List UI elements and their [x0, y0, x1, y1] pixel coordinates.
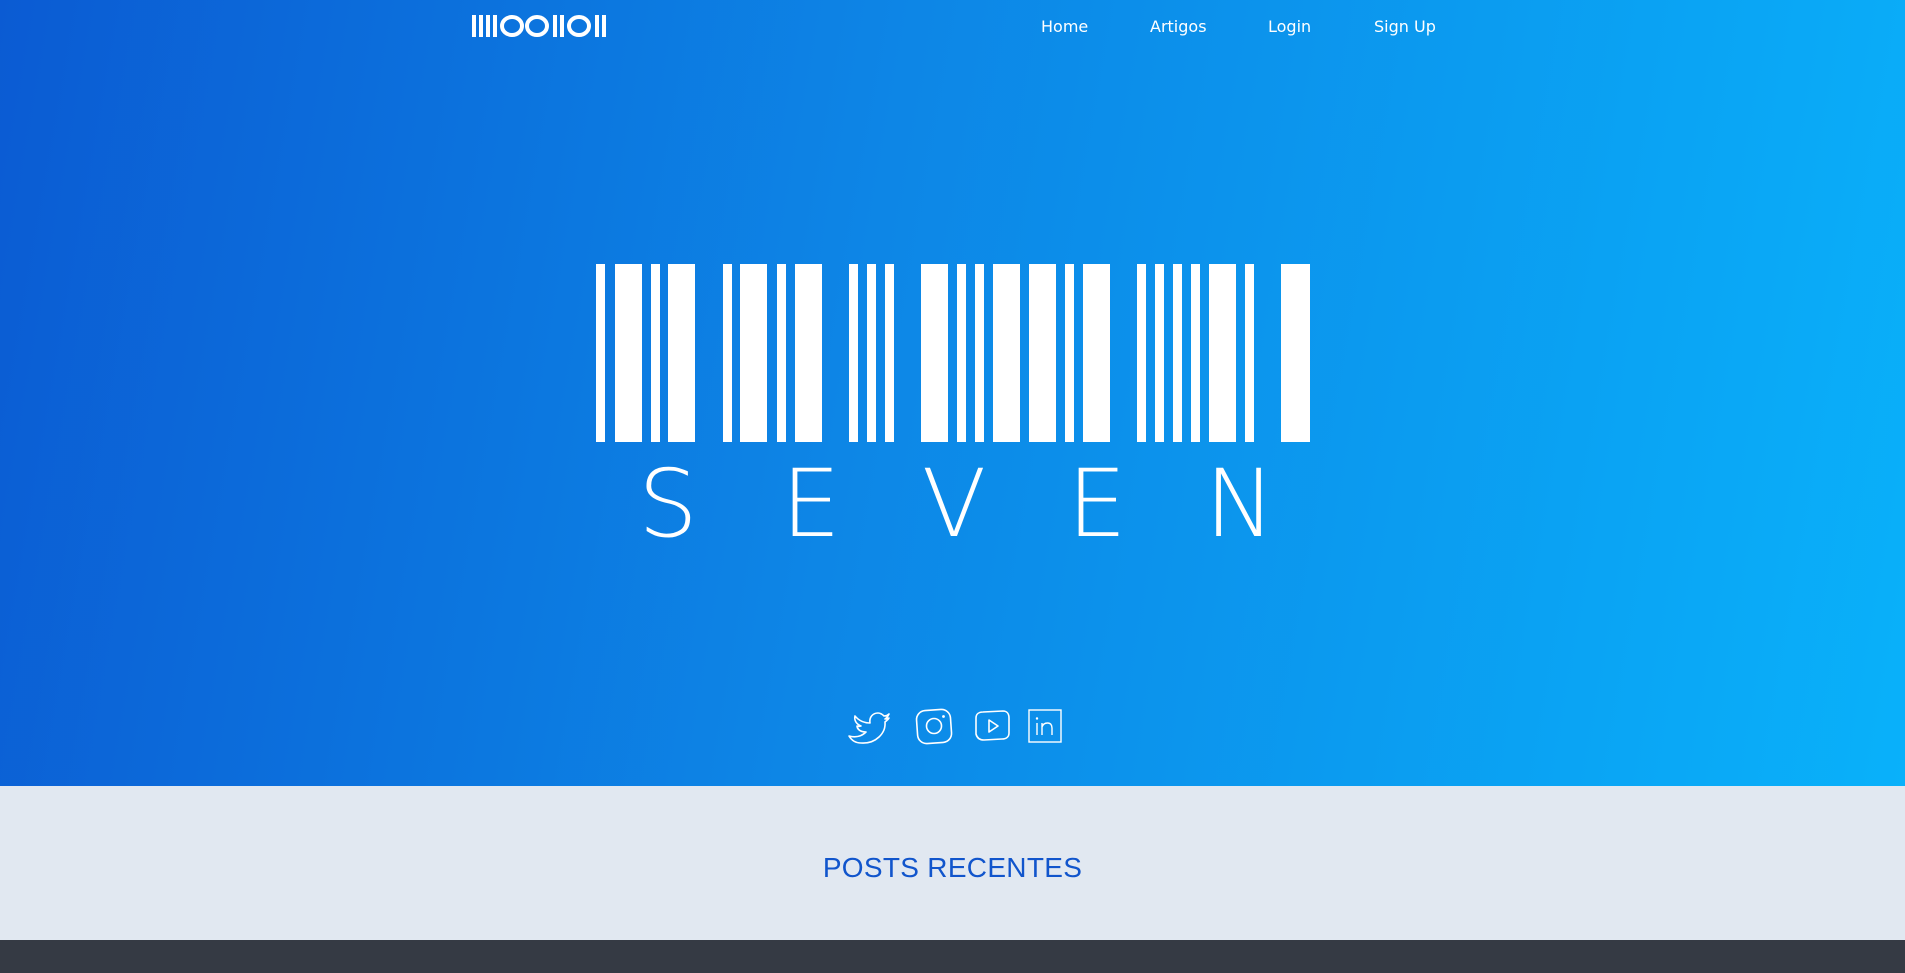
nav-artigos[interactable]: Artigos [1150, 17, 1207, 37]
brand-letter: S [638, 452, 698, 552]
footer [0, 940, 1905, 973]
recent-posts-title: POSTS RECENTES [822, 852, 1083, 883]
instagram-icon [915, 708, 953, 745]
instagram-link[interactable] [914, 706, 954, 746]
brand-letter: E [781, 452, 840, 552]
nav-sign-up[interactable]: Sign Up [1374, 17, 1436, 37]
brand-letter: N [1205, 452, 1275, 552]
nav-home[interactable]: Home [1041, 17, 1088, 37]
twitter-icon [848, 712, 890, 744]
twitter-link[interactable] [846, 706, 890, 746]
site-logo[interactable] [472, 12, 620, 40]
navbar: Home Artigos Login Sign Up [0, 0, 1905, 56]
logo-icon [472, 15, 606, 37]
barcode-logo [596, 264, 1310, 442]
brand-letter: E [1067, 452, 1126, 552]
linkedin-icon [1028, 709, 1062, 743]
brand-wordmark: SEVEN [638, 452, 1275, 552]
brand-letter: V [922, 452, 986, 552]
linkedin-link[interactable] [1025, 706, 1065, 746]
nav-login[interactable]: Login [1268, 17, 1311, 37]
youtube-icon [975, 710, 1010, 741]
youtube-link[interactable] [972, 706, 1012, 746]
